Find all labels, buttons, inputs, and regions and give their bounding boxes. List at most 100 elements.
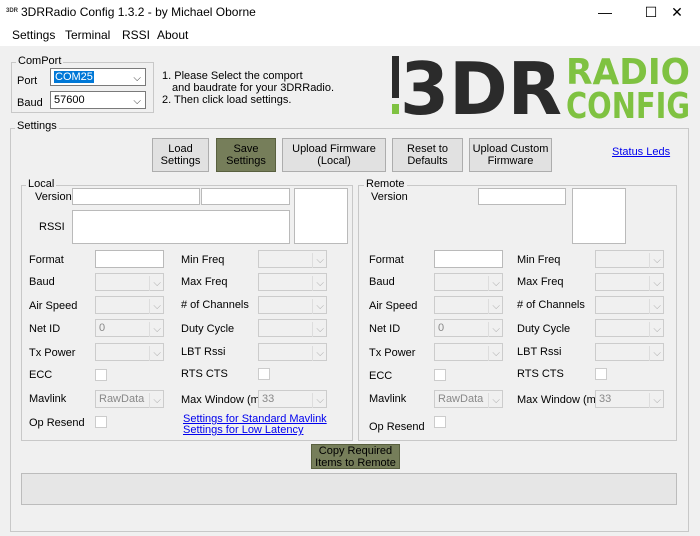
save-settings-line1: Save <box>233 143 259 155</box>
reset-defaults-line1: Reset to <box>407 143 448 155</box>
local-tx-power-select[interactable]: ⌵ <box>95 343 164 361</box>
chevron-down-icon: ⌵ <box>649 346 661 361</box>
progress-bar <box>21 473 677 505</box>
remote-version-label: Version <box>371 191 408 203</box>
remote-mavlink-select[interactable]: RawData ⌵ <box>434 390 503 408</box>
remote-max-window-value: 33 <box>599 393 612 405</box>
upload-custom-firmware-button[interactable]: Upload Custom Firmware <box>469 138 552 172</box>
port-label: Port <box>17 75 38 87</box>
remote-channels-select[interactable]: ⌵ <box>595 296 664 314</box>
minimize-icon[interactable]: — <box>582 0 628 24</box>
instruction-2: 2. Then click load settings. <box>162 94 292 106</box>
local-ecc-checkbox[interactable] <box>95 369 107 381</box>
remote-max-freq-label: Max Freq <box>517 276 564 288</box>
remote-group-title: Remote <box>364 178 407 190</box>
chevron-down-icon: ⌵ <box>649 253 661 268</box>
local-max-freq-select[interactable]: ⌵ <box>258 273 327 291</box>
chevron-down-icon: ⌵ <box>149 322 161 337</box>
remote-baud-select[interactable]: ⌵ <box>434 273 503 291</box>
remote-max-window-select[interactable]: 33 ⌵ <box>595 390 664 408</box>
remote-op-resend-checkbox[interactable] <box>434 416 446 428</box>
chevron-down-icon: ⌵ <box>149 393 161 408</box>
local-rts-cts-checkbox[interactable] <box>258 368 270 380</box>
menu-rssi[interactable]: RSSI <box>122 28 150 42</box>
status-leds-link[interactable]: Status Leds <box>612 146 670 158</box>
chevron-down-icon: ⌵ <box>312 393 324 408</box>
upload-firmware-button[interactable]: Upload Firmware (Local) <box>282 138 386 172</box>
chevron-down-icon: ⌵ <box>488 346 500 361</box>
upload-custom-line1: Upload Custom <box>472 143 549 155</box>
chevron-down-icon: ⌵ <box>312 253 324 268</box>
chevron-down-icon: ⌵ <box>312 322 324 337</box>
menu-terminal[interactable]: Terminal <box>65 28 110 42</box>
local-duty-cycle-label: Duty Cycle <box>181 323 235 335</box>
upload-custom-line2: Firmware <box>487 155 534 167</box>
local-format-field <box>95 250 164 268</box>
local-baud-select[interactable]: ⌵ <box>95 273 164 291</box>
remote-max-window-label: Max Window (ms) <box>517 394 606 406</box>
local-version-label: Version <box>35 191 72 203</box>
local-op-resend-checkbox[interactable] <box>95 416 107 428</box>
copy-to-remote-line1: Copy Required <box>318 444 393 457</box>
menu-about[interactable]: About <box>157 28 188 42</box>
baud-value: 57600 <box>54 94 85 106</box>
remote-lbt-rssi-label: LBT Rssi <box>517 346 562 358</box>
local-mavlink-select[interactable]: RawData ⌵ <box>95 390 164 408</box>
copy-to-remote-line2: Items to Remote <box>315 456 396 469</box>
3dr-radio-config-logo: 3DR RADIO CONFIG <box>392 47 692 131</box>
local-baud-label: Baud <box>29 276 55 288</box>
remote-lbt-rssi-select[interactable]: ⌵ <box>595 343 664 361</box>
remote-rts-cts-label: RTS CTS <box>517 368 564 380</box>
instruction-1: 1. Please Select the comport <box>162 70 303 82</box>
remote-net-id-label: Net ID <box>369 323 401 335</box>
low-latency-link[interactable]: Settings for Low Latency <box>183 424 303 436</box>
port-select[interactable]: COM25 ⌵ <box>50 68 146 86</box>
local-channels-select[interactable]: ⌵ <box>258 296 327 314</box>
remote-air-speed-select[interactable]: ⌵ <box>434 296 503 314</box>
chevron-down-icon: ⌵ <box>488 322 500 337</box>
settings-group-title: Settings <box>15 120 59 132</box>
remote-net-id-select[interactable]: 0 ⌵ <box>434 319 503 337</box>
close-icon[interactable]: ✕ <box>654 0 700 24</box>
local-mavlink-value: RawData <box>99 393 145 405</box>
baud-label: Baud <box>17 97 43 109</box>
load-settings-button[interactable]: Load Settings <box>152 138 209 172</box>
save-settings-line2: Settings <box>226 155 266 167</box>
local-channels-label: # of Channels <box>181 299 249 311</box>
chevron-down-icon: ⌵ <box>149 299 161 314</box>
remote-duty-cycle-select[interactable]: ⌵ <box>595 319 664 337</box>
chevron-down-icon: ⌵ <box>149 276 161 291</box>
save-settings-button[interactable]: Save Settings <box>216 138 276 172</box>
window-title: 3DRRadio Config 1.3.2 - by Michael Oborn… <box>21 5 256 19</box>
chevron-down-icon: ⌵ <box>133 73 141 84</box>
local-net-id-value: 0 <box>99 322 106 334</box>
remote-baud-label: Baud <box>369 276 395 288</box>
copy-to-remote-button[interactable]: Copy Required Items to Remote <box>311 444 400 469</box>
remote-ecc-checkbox[interactable] <box>434 369 446 381</box>
local-net-id-select[interactable]: 0 ⌵ <box>95 319 164 337</box>
local-lbt-rssi-select[interactable]: ⌵ <box>258 343 327 361</box>
local-max-window-select[interactable]: 33 ⌵ <box>258 390 327 408</box>
remote-min-freq-select[interactable]: ⌵ <box>595 250 664 268</box>
remote-min-freq-label: Min Freq <box>517 254 561 266</box>
local-format-label: Format <box>29 254 64 266</box>
remote-tx-power-label: Tx Power <box>369 347 416 359</box>
local-air-speed-select[interactable]: ⌵ <box>95 296 164 314</box>
remote-tx-power-select[interactable]: ⌵ <box>434 343 503 361</box>
upload-firmware-line2: (Local) <box>317 155 351 167</box>
remote-max-freq-select[interactable]: ⌵ <box>595 273 664 291</box>
chevron-down-icon: ⌵ <box>649 322 661 337</box>
chevron-down-icon: ⌵ <box>649 393 661 408</box>
baud-select[interactable]: 57600 ⌵ <box>50 91 146 109</box>
remote-rts-cts-checkbox[interactable] <box>595 368 607 380</box>
reset-defaults-button[interactable]: Reset to Defaults <box>392 138 463 172</box>
remote-status-box <box>572 188 626 244</box>
local-max-window-label: Max Window (ms) <box>181 394 270 406</box>
instruction-1b: and baudrate for your 3DRRadio. <box>172 82 335 94</box>
local-group-title: Local <box>26 178 57 190</box>
remote-op-resend-label: Op Resend <box>369 421 425 433</box>
local-min-freq-select[interactable]: ⌵ <box>258 250 327 268</box>
local-duty-cycle-select[interactable]: ⌵ <box>258 319 327 337</box>
remote-format-field <box>434 250 503 268</box>
menu-settings[interactable]: Settings <box>12 28 55 42</box>
